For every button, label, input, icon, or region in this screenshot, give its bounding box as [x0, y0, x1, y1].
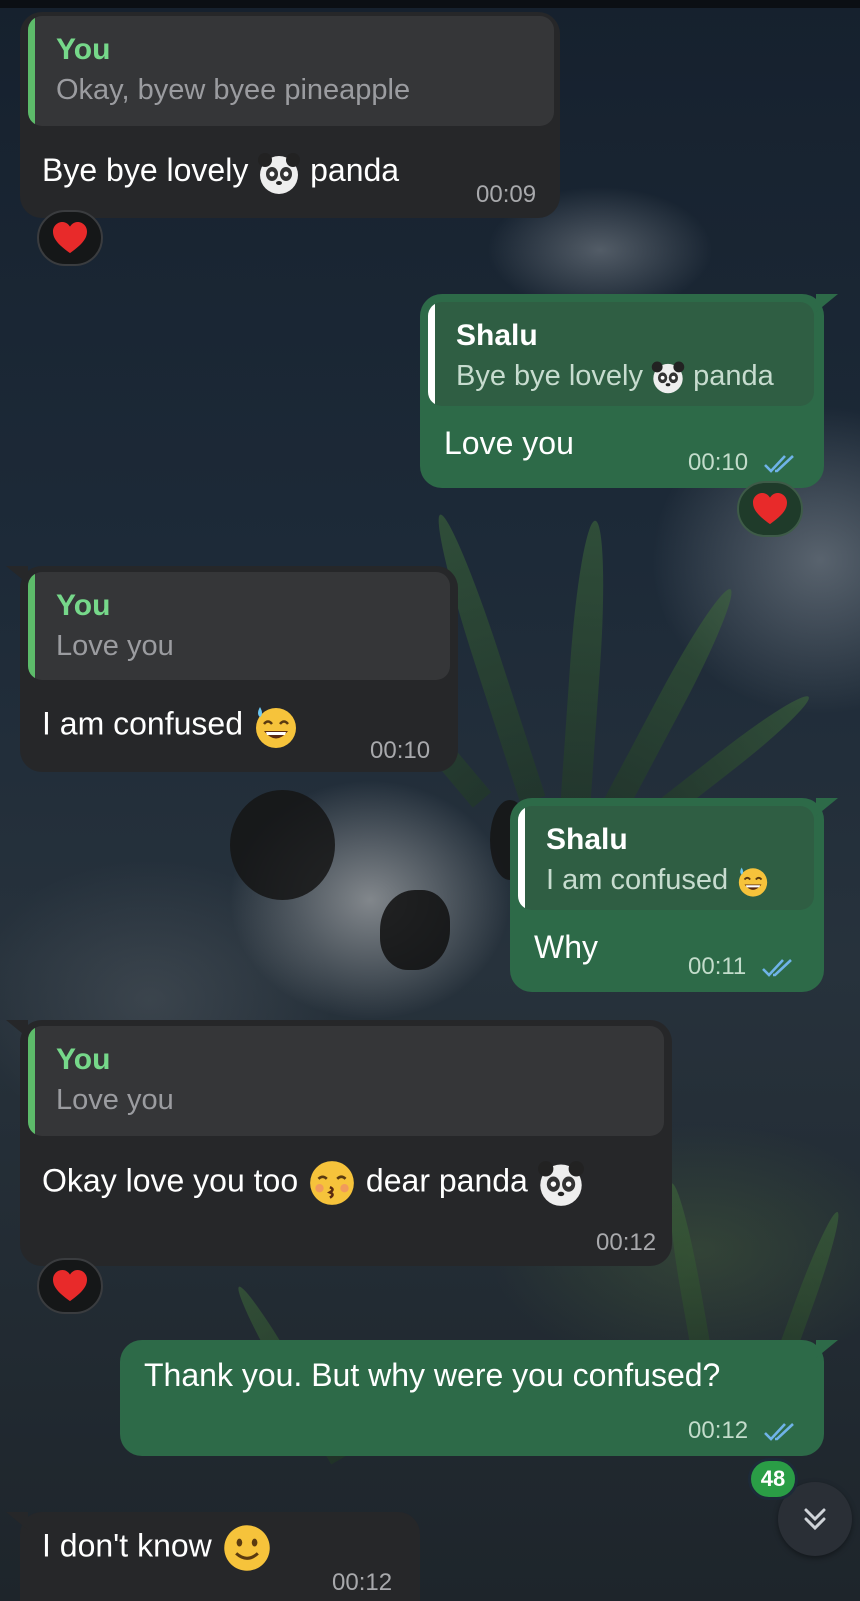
- reply-text: Bye bye lovely panda: [456, 356, 796, 396]
- heart-icon: [53, 1269, 87, 1302]
- reply-quote[interactable]: Shalu Bye bye lovely panda: [428, 302, 814, 406]
- message-text: Love you: [444, 425, 574, 461]
- message-text: Why: [534, 929, 598, 965]
- message-bubble[interactable]: You Love you Okay love you too dear pand…: [20, 1020, 672, 1266]
- message-text: Okay love you too dear panda: [42, 1158, 585, 1208]
- reply-text: Okay, byew byee pineapple: [56, 74, 411, 106]
- message-text: Thank you. But why were you confused?: [144, 1357, 721, 1393]
- grinning-sweat-emoji: [736, 864, 770, 898]
- reply-sender-name: Shalu: [546, 823, 628, 856]
- reply-quote[interactable]: You Love you: [28, 1026, 664, 1136]
- heart-icon: [53, 221, 87, 254]
- message-text: I am confused: [42, 702, 300, 750]
- message-time: 00:10: [370, 737, 431, 764]
- reply-text: I am confused: [546, 860, 796, 900]
- message-text: Bye bye lovely panda: [42, 149, 399, 195]
- message-time: 00:12: [332, 1569, 393, 1596]
- message-bubble[interactable]: I don't know 00:12: [20, 1512, 420, 1601]
- reaction-heart[interactable]: [37, 1258, 103, 1314]
- message-time: 00:09: [476, 181, 537, 208]
- reply-sender-name: You: [56, 33, 111, 66]
- reply-sender-name: You: [56, 589, 111, 622]
- unread-count-badge: 48: [748, 1458, 798, 1500]
- reply-text: Love you: [56, 630, 174, 662]
- heart-icon: [753, 492, 787, 525]
- message-time: 00:11: [688, 952, 795, 982]
- message-time: 00:12: [596, 1229, 657, 1256]
- reply-quote[interactable]: You Love you: [28, 572, 450, 680]
- double-chevron-down-icon: [804, 1508, 826, 1531]
- reply-sender-name: Shalu: [456, 319, 538, 352]
- message-time: 00:10: [688, 448, 797, 478]
- message-time: 00:12: [688, 1416, 797, 1446]
- message-bubble[interactable]: Shalu Bye bye lovely panda Love you 00:1…: [420, 294, 824, 488]
- message-bubble[interactable]: You Okay, byew byee pineapple Bye bye lo…: [20, 12, 560, 218]
- reaction-heart[interactable]: [37, 210, 103, 266]
- slightly-smiling-emoji: [221, 1522, 273, 1574]
- status-bar-edge: [0, 0, 860, 8]
- reply-sender-name: You: [56, 1043, 111, 1076]
- reply-quote[interactable]: Shalu I am confused: [518, 806, 814, 910]
- panda-emoji: [537, 1159, 585, 1207]
- message-bubble[interactable]: You Love you I am confused 00:10: [20, 566, 458, 772]
- message-text: I don't know: [42, 1522, 273, 1574]
- message-bubble[interactable]: Shalu I am confused Why 00:11: [510, 798, 824, 992]
- reply-quote[interactable]: You Okay, byew byee pineapple: [28, 16, 554, 126]
- read-checkmarks-icon: [763, 1422, 794, 1441]
- kissing-emoji: [307, 1158, 357, 1208]
- panda-emoji: [651, 360, 685, 394]
- reaction-heart[interactable]: [737, 481, 803, 537]
- panda-emoji: [257, 151, 301, 195]
- read-checkmarks-icon: [763, 454, 794, 473]
- grinning-sweat-emoji: [252, 702, 300, 750]
- reply-text: Love you: [56, 1084, 174, 1116]
- read-checkmarks-icon: [762, 958, 792, 977]
- message-bubble[interactable]: Thank you. But why were you confused? 00…: [120, 1340, 824, 1456]
